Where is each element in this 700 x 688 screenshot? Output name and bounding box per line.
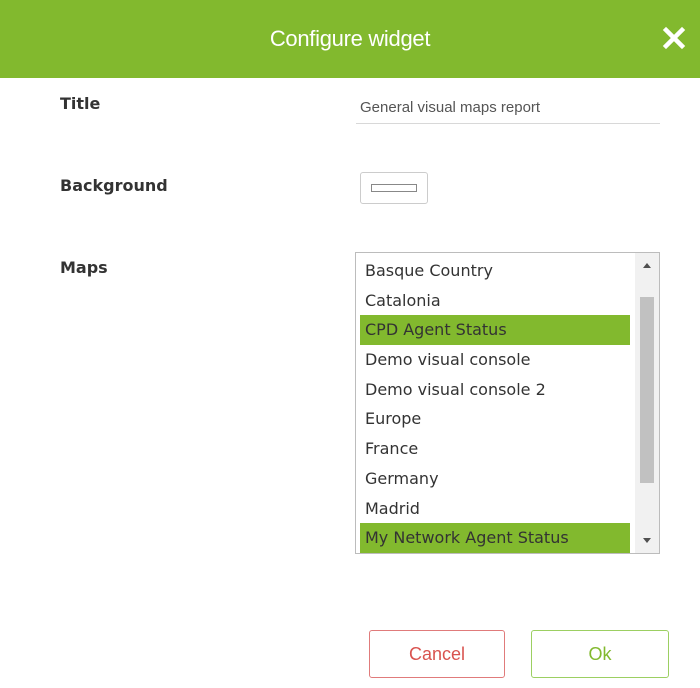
color-swatch (371, 184, 417, 192)
title-label: Title (60, 94, 101, 113)
map-option[interactable]: Europe (360, 404, 630, 434)
background-label: Background (60, 176, 168, 195)
cancel-button[interactable]: Cancel (369, 630, 505, 678)
background-color-picker[interactable] (360, 172, 428, 204)
map-option[interactable]: CPD Agent Status (360, 315, 630, 346)
configure-widget-dialog: Configure widget Title Background Maps B… (0, 0, 700, 688)
scroll-thumb[interactable] (640, 297, 654, 483)
close-icon[interactable] (662, 26, 686, 50)
map-option[interactable]: Demo visual console (360, 345, 630, 375)
map-option[interactable]: Demo visual console 2 (360, 375, 630, 405)
map-option[interactable]: Basque Country (360, 256, 630, 286)
map-option[interactable]: Catalonia (360, 286, 630, 316)
dialog-title: Configure widget (269, 26, 431, 51)
dialog-header: Configure widget (0, 0, 700, 78)
maps-scrollbar[interactable] (635, 253, 659, 553)
maps-label: Maps (60, 258, 108, 277)
map-option[interactable]: Germany (360, 464, 630, 494)
maps-multiselect[interactable]: Basque Country Catalonia CPD Agent Status D… (355, 252, 660, 554)
map-option[interactable]: France (360, 434, 630, 464)
title-input[interactable] (356, 92, 660, 124)
maps-options: Basque Country Catalonia CPD Agent Status D… (360, 256, 630, 553)
map-option[interactable]: My Network Agent Status (360, 523, 630, 553)
scroll-down-icon[interactable] (635, 529, 659, 553)
ok-button[interactable]: Ok (531, 630, 669, 678)
map-option[interactable]: Madrid (360, 494, 630, 524)
scroll-up-icon[interactable] (635, 253, 659, 277)
